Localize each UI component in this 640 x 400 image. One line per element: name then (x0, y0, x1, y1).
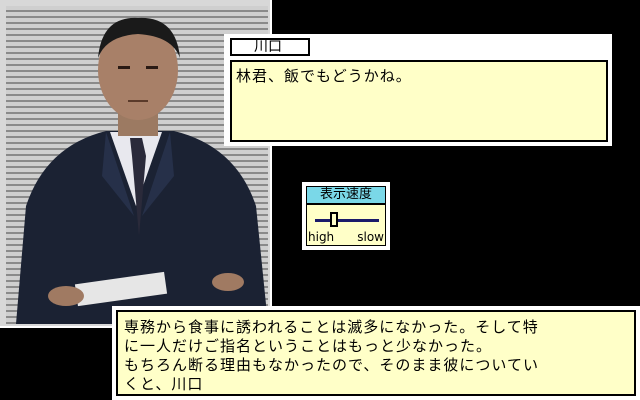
speed-label-high: high (308, 230, 335, 244)
narration-line: もちろん断る理由もなかったので、そのまま彼についてい (124, 356, 539, 374)
text-speed-slider-knob[interactable] (330, 212, 339, 227)
narration-line: くと、川口 (124, 375, 204, 393)
narration-line: に一人だけご指名ということはもっと少なかった。 (124, 337, 493, 355)
speed-label-slow: slow (357, 230, 384, 244)
text-speed-body: high slow (306, 204, 386, 246)
narration-line: 専務から食事に誘われることは滅多になかった。そして特 (124, 318, 539, 336)
text-speed-title: 表示速度 (306, 186, 386, 204)
text-speed-panel: 表示速度 high slow (302, 182, 390, 250)
narration-window: 専務から食事に誘われることは滅多になかった。そして特 に一人だけご指名ということ… (112, 306, 640, 400)
speaker-name: 川口 (230, 38, 310, 56)
narration-text[interactable]: 専務から食事に誘われることは滅多になかった。そして特 に一人だけご指名ということ… (116, 310, 636, 396)
text-speed-track[interactable] (315, 219, 379, 222)
dialogue-window: 川口 林君、飯でもどうかね。 (224, 34, 612, 146)
speaker-line: 林君、飯でもどうかね。 (230, 60, 608, 142)
